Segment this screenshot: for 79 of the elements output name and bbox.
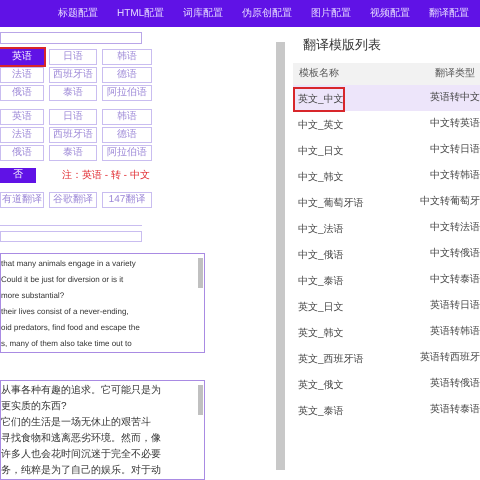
table-cell-text: 中文转韩语 bbox=[430, 168, 480, 183]
language-button[interactable]: 德语 bbox=[102, 66, 152, 83]
table-cell-text: 英文_西班牙语 bbox=[297, 352, 365, 366]
scrollbar-thumb[interactable] bbox=[198, 385, 202, 415]
language-button[interactable]: 韩语 bbox=[102, 48, 152, 65]
language-button[interactable]: 阿拉伯语 bbox=[102, 84, 152, 101]
text-line: 寻找食物和逃离恶劣环境。然而，像 bbox=[1, 432, 162, 446]
text-line: oid predators, find food and escape the bbox=[1, 322, 141, 334]
language-button[interactable]: 日语 bbox=[49, 108, 97, 125]
text-area[interactable] bbox=[0, 253, 205, 353]
text-line: 更实质的东西? bbox=[1, 400, 68, 414]
column-header: 模板名称 bbox=[299, 66, 340, 81]
table-cell-text: 英语转日语 bbox=[430, 298, 480, 313]
language-button[interactable]: 俄语 bbox=[0, 84, 44, 101]
engine-button[interactable]: 谷歌翻译 bbox=[49, 192, 97, 208]
language-button[interactable]: 阿拉伯语 bbox=[102, 144, 152, 161]
no-button[interactable]: 否 bbox=[0, 168, 36, 183]
table-cell-text: 英文_俄文 bbox=[297, 378, 345, 392]
text-line: that many animals engage in a variety bbox=[1, 258, 137, 270]
nav-tab[interactable]: 伪原创配置 bbox=[242, 6, 292, 21]
table-cell-text: 中文转泰语 bbox=[430, 272, 480, 287]
table-cell-text: 中文_韩文 bbox=[297, 170, 345, 184]
engine-button[interactable]: 有道翻译 bbox=[0, 192, 44, 208]
text-line: 务，纯粹是为了自己的娱乐。对于动 bbox=[1, 464, 162, 478]
table-cell-text: 中文转葡萄牙 bbox=[420, 194, 480, 209]
scrollbar[interactable] bbox=[276, 42, 285, 470]
nav-tab[interactable]: 标题配置 bbox=[58, 6, 98, 21]
table-cell-text: 中文_法语 bbox=[297, 222, 345, 236]
text-line: more substantial? bbox=[1, 290, 66, 302]
table-cell-text: 英语转俄语 bbox=[430, 376, 480, 391]
table-cell-text: 英文_日文 bbox=[297, 300, 345, 314]
table-cell-text: 中文转英语 bbox=[430, 116, 480, 131]
table-cell-text: 英文_韩文 bbox=[297, 326, 345, 340]
panel-title: 翻译模版列表 bbox=[303, 36, 382, 54]
language-button[interactable]: 英语 bbox=[0, 108, 44, 125]
text-line: 它们的生活是一场无休止的艰苦斗 bbox=[1, 416, 152, 430]
text-line: 许多人也会花时间沉迷于完全不必要 bbox=[1, 448, 162, 462]
table-cell-text: 中文转俄语 bbox=[430, 246, 480, 261]
table-cell-text: 中文_俄语 bbox=[297, 248, 345, 262]
text-line: 从事各种有趣的追求。它可能只是为 bbox=[1, 384, 162, 398]
scrollbar-thumb[interactable] bbox=[198, 258, 202, 288]
nav-tab[interactable]: 视频配置 bbox=[370, 6, 410, 21]
nav-tab[interactable]: 翻译配置 bbox=[429, 6, 470, 21]
language-button[interactable]: 泰语 bbox=[49, 84, 97, 101]
text-field[interactable] bbox=[0, 32, 142, 44]
text-line: s, many of them also take time out to bbox=[1, 338, 133, 350]
text-area[interactable]: 从事各种有趣的追求。它可能只是为 更实质的东西? 它们的生活是一场无休止的艰苦斗 寻找食物和逃离恶劣环境。然而，像 许多人也会花时间沉迷于完全不必要 务，纯粹是为了自己的娱乐。对于动 bbox=[0, 380, 205, 480]
column-header: 翻译类型 bbox=[435, 66, 475, 81]
language-button[interactable]: 法语 bbox=[0, 126, 44, 143]
language-button[interactable]: 西班牙语 bbox=[49, 126, 97, 143]
table-cell-text: 中文转法语 bbox=[430, 220, 480, 235]
table-cell-text: 中文转日语 bbox=[430, 142, 480, 157]
language-button[interactable]: 泰语 bbox=[49, 144, 97, 161]
nav-tab[interactable]: 词库配置 bbox=[183, 6, 224, 21]
table-cell-text: 英语转西班牙 bbox=[420, 350, 480, 365]
language-button[interactable]: 德语 bbox=[102, 126, 152, 143]
text-line: their lives consist of a never-ending, bbox=[1, 306, 130, 318]
table-cell-text: 中文_英文 bbox=[297, 118, 345, 132]
language-button[interactable]: 日语 bbox=[49, 48, 97, 65]
text-line: Could it be just for diversion or is it bbox=[1, 274, 124, 286]
table-cell-text: 英语转泰语 bbox=[430, 402, 480, 417]
table-cell-text: 英语转中文 bbox=[430, 90, 480, 105]
text-field[interactable] bbox=[0, 230, 142, 242]
table-cell-text: 英语转韩语 bbox=[430, 324, 480, 339]
language-button[interactable]: 韩语 bbox=[102, 108, 152, 125]
nav-tab[interactable]: HTML配置 bbox=[117, 6, 164, 21]
engine-button[interactable]: 147翻译 bbox=[102, 192, 152, 208]
table-cell-text: 中文_泰语 bbox=[297, 274, 345, 288]
table-cell-text: 中文_日文 bbox=[297, 144, 345, 158]
table-row[interactable]: 英文_中文 英语转中文 bbox=[293, 84, 480, 110]
table-cell: 英文_中文 bbox=[295, 88, 343, 110]
language-button[interactable]: 法语 bbox=[0, 66, 44, 83]
table-cell-text: 中文_葡萄牙语 bbox=[297, 196, 365, 210]
language-button[interactable]: 英语 bbox=[0, 48, 44, 65]
language-button[interactable]: 俄语 bbox=[0, 144, 44, 161]
nav-tab[interactable]: 图片配置 bbox=[311, 6, 352, 21]
language-button[interactable]: 西班牙语 bbox=[49, 66, 97, 83]
note-text: 注：英语 - 转 - 中文 bbox=[62, 168, 150, 183]
table-cell-text: 英文_泰语 bbox=[297, 404, 345, 418]
